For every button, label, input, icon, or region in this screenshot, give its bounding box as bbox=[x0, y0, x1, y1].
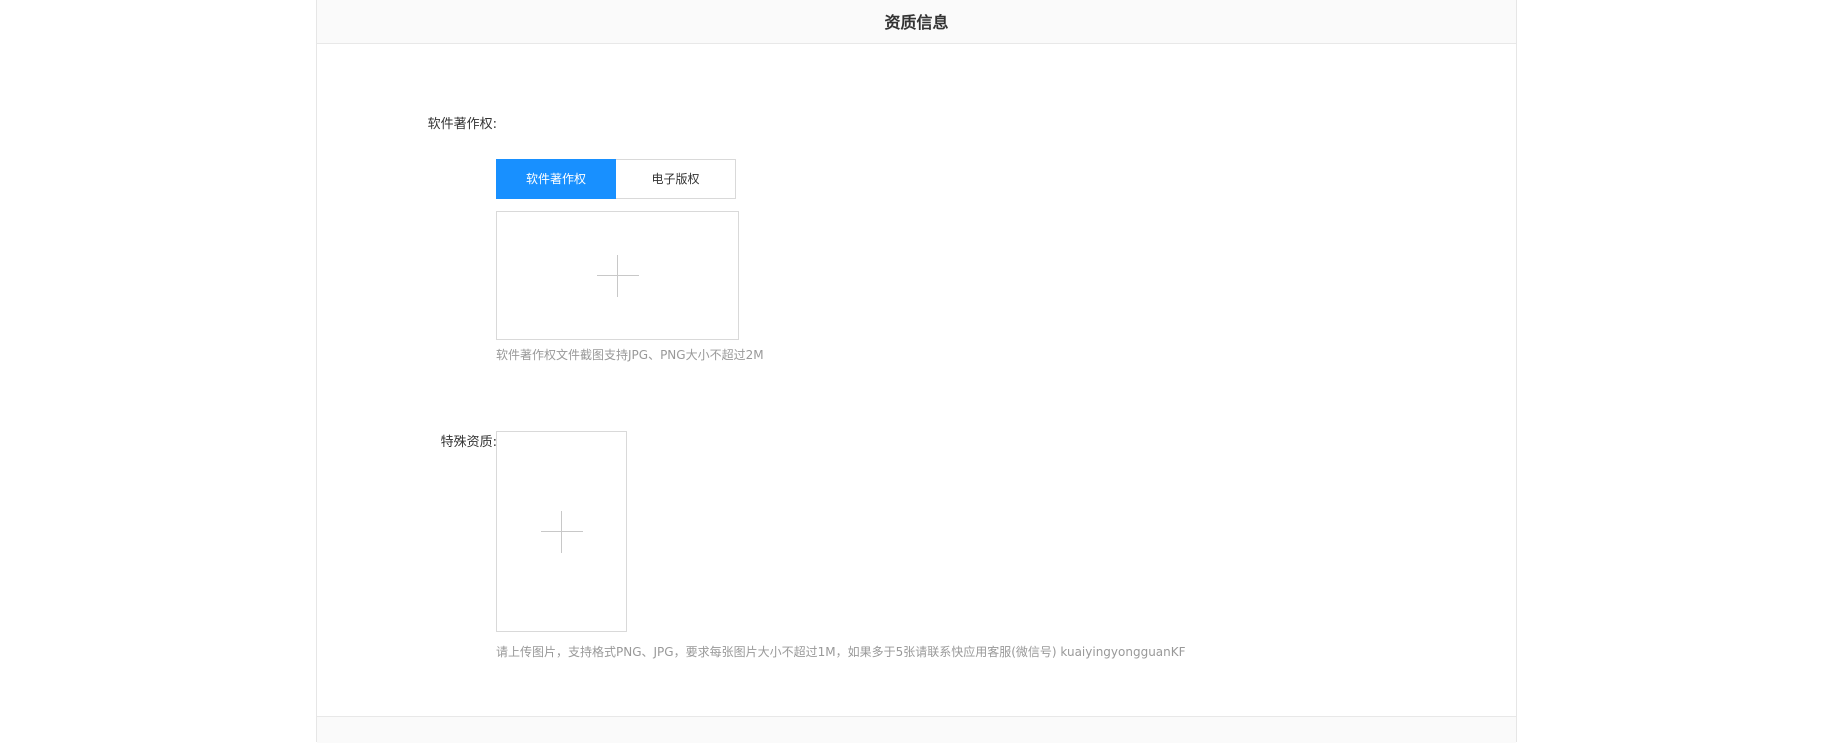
tab-software-copyright[interactable]: 软件著作权 bbox=[496, 159, 616, 199]
tab-electronic-copyright[interactable]: 电子版权 bbox=[616, 159, 736, 199]
page-title: 资质信息 bbox=[317, 0, 1516, 44]
qualification-panel: 资质信息 软件著作权: 软件著作权 电子版权 软件著作权文件截图支持JPG、PN… bbox=[316, 0, 1517, 743]
plus-icon bbox=[540, 510, 583, 553]
plus-icon bbox=[596, 254, 639, 297]
special-qualification-label: 特殊资质: bbox=[440, 435, 497, 450]
panel-footer bbox=[317, 716, 1516, 743]
copyright-type-tabs: 软件著作权 电子版权 bbox=[496, 159, 736, 199]
special-qualification-upload[interactable] bbox=[496, 431, 627, 632]
software-copyright-upload[interactable] bbox=[496, 211, 739, 340]
software-copyright-hint: 软件著作权文件截图支持JPG、PNG大小不超过2M bbox=[496, 348, 764, 362]
software-copyright-label: 软件著作权: bbox=[427, 117, 497, 132]
special-qualification-hint: 请上传图片，支持格式PNG、JPG，要求每张图片大小不超过1M，如果多于5张请联… bbox=[496, 645, 1186, 659]
